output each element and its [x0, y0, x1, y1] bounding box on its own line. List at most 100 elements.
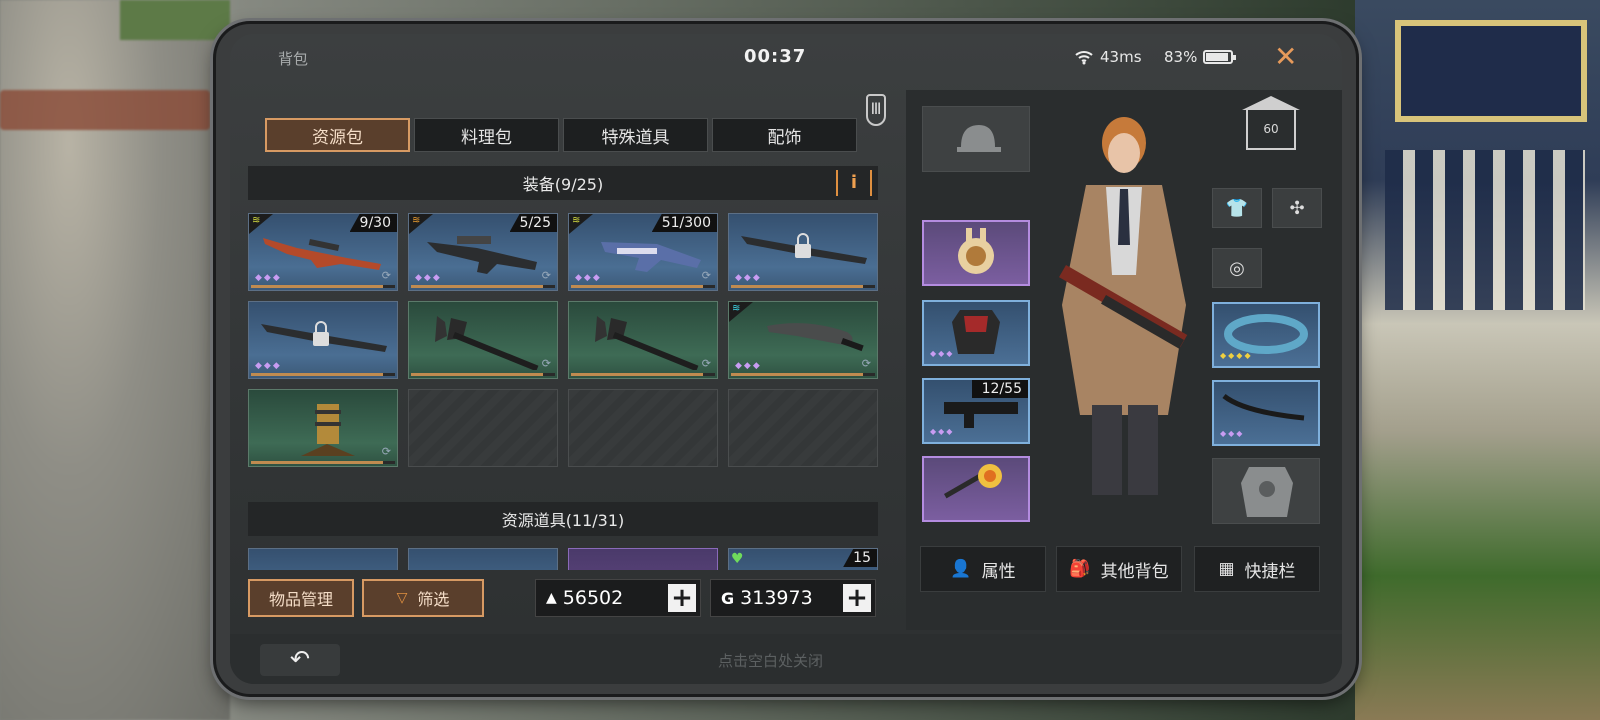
outfit-button[interactable]: 👕 — [1212, 188, 1262, 228]
durability-icon: ⟳ — [701, 269, 711, 282]
quality-dots: ◆◆◆ — [255, 273, 282, 283]
background-left — [0, 0, 230, 720]
game-clock: 00:37 — [744, 46, 807, 67]
fire-axe-icon — [435, 316, 539, 370]
bracelet-slot[interactable]: ◆◆◆◆ — [1212, 302, 1320, 368]
add-gold-button[interactable]: + — [668, 584, 696, 612]
item-count: 15 — [843, 549, 877, 567]
equipment-slot[interactable]: ⟳ — [248, 389, 398, 467]
resources-section-title: 资源道具(11/31) — [501, 511, 625, 530]
drone-button[interactable]: ✣ — [1272, 188, 1322, 228]
equipment-grid: ≋ 9/30 ◆◆◆ ⟳ ≋ 5/25 ◆◆◆ ⟳ ≋ 51/300 ◆◆◆ ⟳… — [248, 213, 878, 467]
body-armor-slot[interactable] — [1212, 458, 1320, 524]
tab-cooking-bag[interactable]: 料理包 — [414, 118, 559, 152]
durability-icon: ⟳ — [381, 269, 391, 282]
page-title: 背包 — [278, 50, 309, 68]
footer-bar: ↶ 点击空白处关闭 — [230, 634, 1342, 684]
player-character — [1036, 105, 1206, 505]
filter-button[interactable]: ▽ 筛选 — [362, 579, 484, 617]
equipment-slot[interactable]: ≋ 51/300 ◆◆◆ ⟳ — [568, 213, 718, 291]
lollipop-weapon-icon — [944, 464, 1002, 499]
resource-slot[interactable]: ♥ 15 — [728, 548, 878, 570]
item-management-button[interactable]: 物品管理 — [248, 579, 354, 617]
durability-bar — [251, 373, 395, 376]
cap-icon — [957, 125, 1001, 152]
shotgun-icon — [601, 242, 701, 272]
pin-icon[interactable]: Ⅲ — [866, 94, 886, 126]
ring-slot[interactable]: ◎ — [1212, 248, 1262, 288]
armor-slot[interactable]: ◆◆◆ — [922, 300, 1030, 366]
resource-slot[interactable] — [248, 548, 398, 570]
ammo-count: 5/25 — [509, 214, 557, 232]
quality-dots: ◆◆◆ — [930, 349, 955, 358]
level-value: 60 — [1263, 122, 1279, 136]
quality-dots: ◆◆◆ — [735, 273, 762, 283]
tab-resource-bag[interactable]: 资源包 — [265, 118, 410, 152]
wifi-icon — [1075, 51, 1093, 65]
info-icon[interactable]: i — [836, 170, 872, 196]
other-bags-button[interactable]: 🎒 其他背包 — [1056, 546, 1182, 592]
bag-icon: 🎒 — [1069, 559, 1091, 579]
empty-equipment-slot[interactable] — [728, 389, 878, 467]
body-armor-icon — [1241, 467, 1293, 517]
g-coin-icon: G — [721, 588, 735, 608]
inventory-left-panel: Ⅲ 资源包 料理包 特殊道具 配饰 装备(9/25) i ≋ 9/30 ◆◆◆ … — [248, 90, 898, 630]
background-right — [1355, 0, 1600, 720]
equipment-slot[interactable]: ⟳ — [568, 301, 718, 379]
resources-section-header: 资源道具(11/31) — [248, 502, 878, 536]
quickbar-button[interactable]: ▦ 快捷栏 — [1194, 546, 1320, 592]
shelter-level-icon: 60 — [1242, 96, 1300, 150]
melee-slot[interactable] — [922, 456, 1030, 522]
durability-bar — [251, 461, 395, 464]
durability-bar — [251, 285, 395, 288]
equipment-slot[interactable]: ≋ ◆◆◆ ⟳ — [728, 301, 878, 379]
character-model-icon — [1058, 117, 1188, 495]
tab-special-items[interactable]: 特殊道具 — [563, 118, 708, 152]
resource-slot[interactable] — [568, 548, 718, 570]
shirt-icon: 👕 — [1225, 197, 1249, 219]
backpack-slot[interactable] — [922, 220, 1030, 286]
equipment-slot-locked[interactable]: ◆◆◆ — [248, 301, 398, 379]
gold-bar-icon: ▲ — [546, 590, 557, 606]
drone-icon: ✣ — [1289, 197, 1305, 219]
durability-bar — [731, 373, 875, 376]
handheld-device-frame: 背包 00:37 43ms 83% ✕ Ⅲ 资源包 料理包 特殊道具 配饰 装备… — [216, 24, 1356, 694]
equipment-slot[interactable]: ≋ 9/30 ◆◆◆ ⟳ — [248, 213, 398, 291]
secondary-weapon-slot[interactable]: 12/55 ◆◆◆ — [922, 378, 1030, 444]
quality-dots: ◆◆◆ — [1220, 429, 1245, 438]
ammo-count: 51/300 — [651, 214, 717, 232]
back-icon[interactable]: ↶ — [260, 644, 340, 676]
battery-value: 83% — [1164, 48, 1198, 66]
equipment-slot[interactable]: ≋ 5/25 ◆◆◆ ⟳ — [408, 213, 558, 291]
resource-slot[interactable] — [408, 548, 558, 570]
durability-bar — [411, 285, 555, 288]
add-coins-button[interactable]: + — [843, 584, 871, 612]
heart-icon: ♥ — [731, 551, 744, 567]
equipment-slot-locked[interactable]: ◆◆◆ — [728, 213, 878, 291]
gold-amount: 56502 — [562, 587, 624, 609]
coin-currency: G 313973 + — [710, 579, 876, 617]
resource-grid: ♥ 15 — [248, 548, 878, 570]
durability-bar — [571, 285, 715, 288]
tab-accessories[interactable]: 配饰 — [712, 118, 857, 152]
inventory-action-row: 物品管理 ▽ 筛选 ▲ 56502 + G 313973 + — [248, 579, 898, 621]
empty-equipment-slot[interactable] — [408, 389, 558, 467]
quality-dots: ◆◆◆ — [930, 427, 955, 436]
attributes-button[interactable]: 👤 属性 — [920, 546, 1046, 592]
ammo-count: 12/55 — [971, 380, 1028, 398]
locked-sniper-rifle-icon — [261, 321, 387, 352]
equipment-section-title: 装备(9/25) — [522, 175, 604, 194]
equipment-slot[interactable]: ⟳ — [408, 301, 558, 379]
close-hint: 点击空白处关闭 — [718, 652, 824, 670]
heavy-rifle-icon — [427, 236, 537, 274]
empty-equipment-slot[interactable] — [568, 389, 718, 467]
durability-bar — [571, 373, 715, 376]
chevron-down-icon: ▽ — [396, 590, 408, 606]
quality-dots: ◆◆◆ — [255, 361, 282, 371]
quickbar-label: 快捷栏 — [1244, 561, 1296, 582]
close-icon[interactable]: ✕ — [1274, 42, 1297, 72]
durability-icon: ⟳ — [541, 357, 551, 370]
cane-slot[interactable]: ◆◆◆ — [1212, 380, 1320, 446]
quality-dots: ◆◆◆◆ — [1220, 351, 1253, 360]
helmet-slot[interactable] — [922, 106, 1030, 172]
